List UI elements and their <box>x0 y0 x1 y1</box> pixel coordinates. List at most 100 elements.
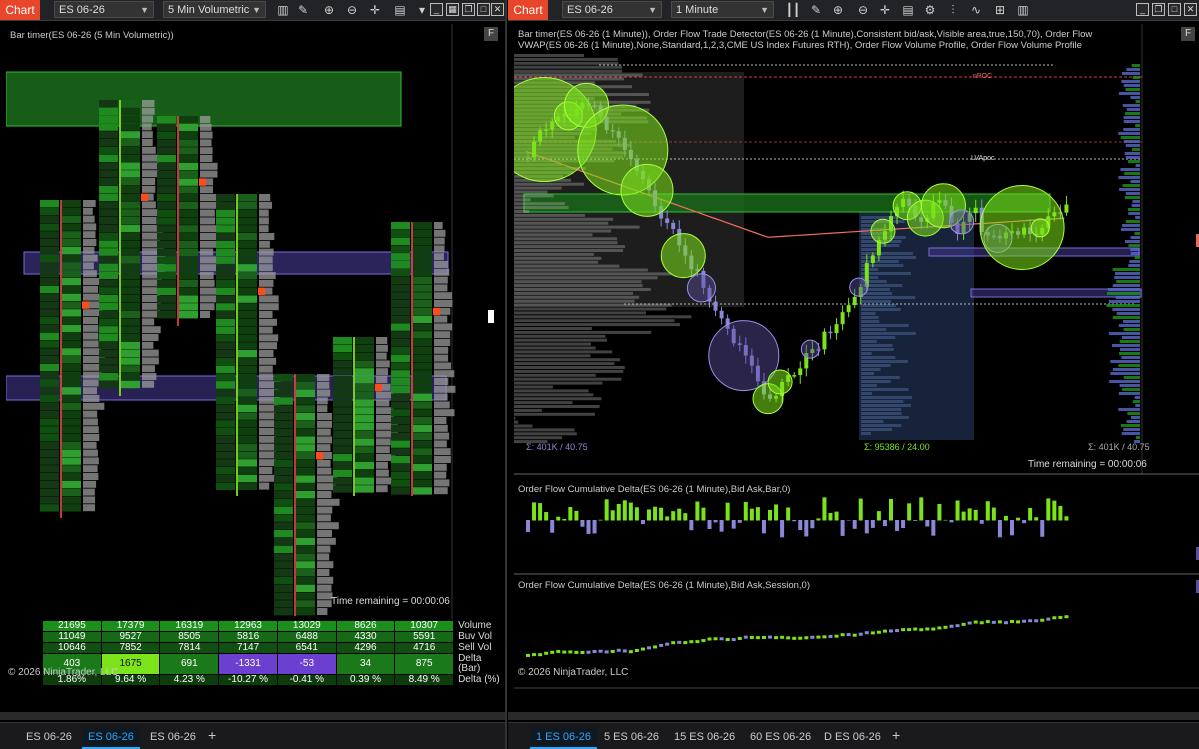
imbalance-marker <box>258 287 265 295</box>
cd-session-candle <box>949 624 954 628</box>
minimize-icon[interactable]: _ <box>430 3 443 16</box>
instrument-selector[interactable]: ES 06-26 ▼ <box>54 1 154 18</box>
cd-session-candle <box>774 636 779 640</box>
data-box-icon[interactable]: ▥ <box>1015 2 1031 18</box>
footprint-bid-cell <box>216 225 235 233</box>
cd-bar-histogram <box>1046 498 1051 521</box>
cd-session-candle <box>562 650 567 654</box>
cd-bar-axis[interactable] <box>1142 476 1199 572</box>
footprint-ask-cell <box>296 420 315 429</box>
footprint-bid-cell <box>391 346 410 355</box>
add-tab-icon[interactable]: + <box>892 727 900 743</box>
pencil-icon[interactable]: ✎ <box>295 2 311 18</box>
volume-profile-bar <box>434 393 448 401</box>
chart-tab[interactable]: ES 06-26 <box>144 727 202 747</box>
right-time-axis[interactable] <box>514 692 1199 706</box>
bar-type-icon[interactable]: ┃┃ <box>785 2 801 18</box>
footprint-ask-cell <box>121 248 140 256</box>
chart-tab[interactable]: 1 ES 06-26 <box>530 727 598 749</box>
right-chart-title: Bar timer(ES 06-26 (1 Minute)), Order Fl… <box>518 29 1093 51</box>
cd-session-candle <box>997 620 1002 624</box>
volume-profile-row <box>514 206 569 210</box>
right-horizontal-scrollbar[interactable] <box>508 712 1199 720</box>
volume-profile-row <box>514 323 680 327</box>
cd-bar-histogram <box>653 506 658 521</box>
restore-icon[interactable]: ❐ <box>1152 3 1165 16</box>
footprint-bid-cell <box>40 309 59 317</box>
cd-session-candle <box>901 628 906 632</box>
chart-tab[interactable]: ES 06-26 <box>20 727 78 747</box>
footprint-ask-cell <box>355 454 374 462</box>
volume-profile-bar <box>200 123 212 131</box>
properties-icon[interactable]: ⚙ <box>922 2 938 18</box>
template-icon[interactable]: ▤ <box>392 2 408 18</box>
time-remaining: Time remaining = 00:00:06 <box>1028 459 1147 470</box>
zoom-out-icon[interactable]: ⊖ <box>344 2 360 18</box>
footprint-ask-cell <box>355 446 374 454</box>
footprint-bid-cell <box>333 438 352 446</box>
chart-tab[interactable]: 5 ES 06-26 <box>598 727 665 747</box>
chart-tab[interactable]: 60 ES 06-26 <box>744 727 817 747</box>
left-time-axis[interactable] <box>6 692 505 706</box>
close-icon[interactable]: ✕ <box>491 3 504 16</box>
interval-selector[interactable]: 5 Min Volumetric ▼ <box>163 1 266 18</box>
footprint-bid-cell <box>40 285 59 294</box>
footprint-bid-cell <box>40 246 59 255</box>
volume-profile-row <box>1135 216 1140 219</box>
footprint-ask-cell <box>296 436 315 444</box>
footprint-ask-cell <box>62 317 81 325</box>
instrument-selector[interactable]: ES 06-26 ▼ <box>562 1 662 18</box>
footprint-bid-cell <box>216 272 235 280</box>
template-icon[interactable]: ▤ <box>900 2 916 18</box>
stats-cell: 21695 <box>42 620 102 632</box>
pencil-icon[interactable]: ✎ <box>808 2 824 18</box>
price-chart-panel[interactable]: Bar timer(ES 06-26 (1 Minute)), Order Fl… <box>514 24 1199 712</box>
chart-trader-icon[interactable]: ⊞ <box>992 2 1008 18</box>
chart-tab[interactable]: 15 ES 06-26 <box>668 727 741 747</box>
imbalance-marker <box>82 301 89 309</box>
volume-profile-row <box>1119 188 1140 191</box>
right-price-axis[interactable] <box>1142 24 1199 474</box>
footprint-bid-cell <box>274 436 293 444</box>
minimize-icon[interactable]: _ <box>1136 3 1149 16</box>
volume-profile-row <box>1128 244 1140 247</box>
stats-cell: 11049 <box>42 631 102 643</box>
chart-tab[interactable]: ES 06-26 <box>82 727 140 749</box>
crosshair-icon[interactable]: ✛ <box>877 2 893 18</box>
close-icon[interactable]: ✕ <box>1184 3 1197 16</box>
zoom-in-icon[interactable]: ⊕ <box>830 2 846 18</box>
volume-profile-row <box>514 233 593 237</box>
zoom-out-icon[interactable]: ⊖ <box>855 2 871 18</box>
footprint-bid-cell <box>216 334 235 342</box>
volumetric-chart-panel[interactable]: Bar timer(ES 06-26 (5 Min Volumetric)) F… <box>6 24 505 712</box>
tile-icon[interactable]: ▦ <box>446 3 459 16</box>
cd-bar-histogram <box>1058 505 1063 521</box>
footprint-bid-cell <box>99 240 118 248</box>
interval-selector[interactable]: 1 Minute ▼ <box>671 1 774 18</box>
footprint-ask-cell <box>296 413 315 421</box>
chart-menu-button[interactable]: Chart <box>0 0 40 20</box>
cd-bar-histogram <box>538 503 543 521</box>
left-horizontal-scrollbar[interactable] <box>0 712 505 720</box>
volume-profile-bar <box>142 326 161 334</box>
footprint-ask-cell <box>238 365 257 373</box>
cd-session-axis[interactable] <box>1142 576 1199 686</box>
restore-icon[interactable]: ❐ <box>462 3 475 16</box>
crosshair-icon[interactable]: ✛ <box>367 2 383 18</box>
chart-tab[interactable]: D ES 06-26 <box>818 727 887 747</box>
footprint-bid-cell <box>274 514 293 522</box>
footprint-ask-cell <box>413 456 432 464</box>
left-price-axis[interactable] <box>452 24 494 624</box>
strategies-icon[interactable]: ∿ <box>968 2 984 18</box>
cd-session-candle <box>689 640 694 644</box>
bar-type-icon[interactable]: ▥ <box>275 2 291 18</box>
zoom-in-icon[interactable]: ⊕ <box>321 2 337 18</box>
cd-bar-histogram <box>622 500 627 521</box>
indicators-icon[interactable]: ⫶ <box>945 2 961 18</box>
maximize-icon[interactable]: □ <box>477 3 490 16</box>
footprint-ask-cell <box>62 387 81 395</box>
maximize-icon[interactable]: □ <box>1168 3 1181 16</box>
chart-menu-button[interactable]: Chart <box>508 0 548 20</box>
data-box-icon[interactable]: ▾ <box>414 2 430 18</box>
add-tab-icon[interactable]: + <box>208 727 216 743</box>
